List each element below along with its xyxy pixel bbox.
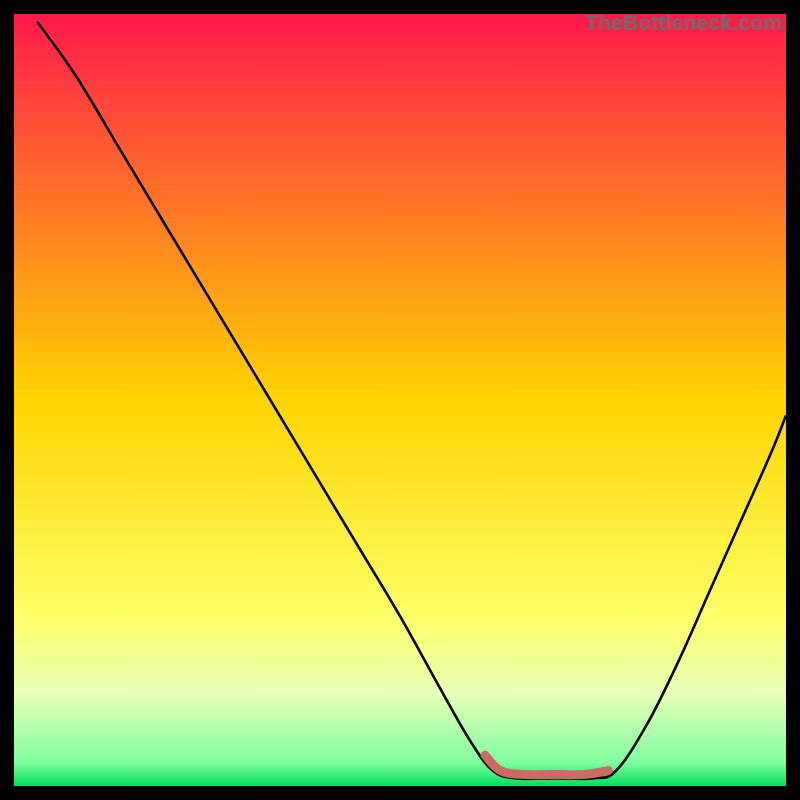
watermark-text: TheBottleneck.com [585, 12, 782, 36]
chart-frame: TheBottleneck.com [14, 14, 786, 786]
bottleneck-chart [14, 14, 786, 786]
chart-background [14, 14, 786, 786]
